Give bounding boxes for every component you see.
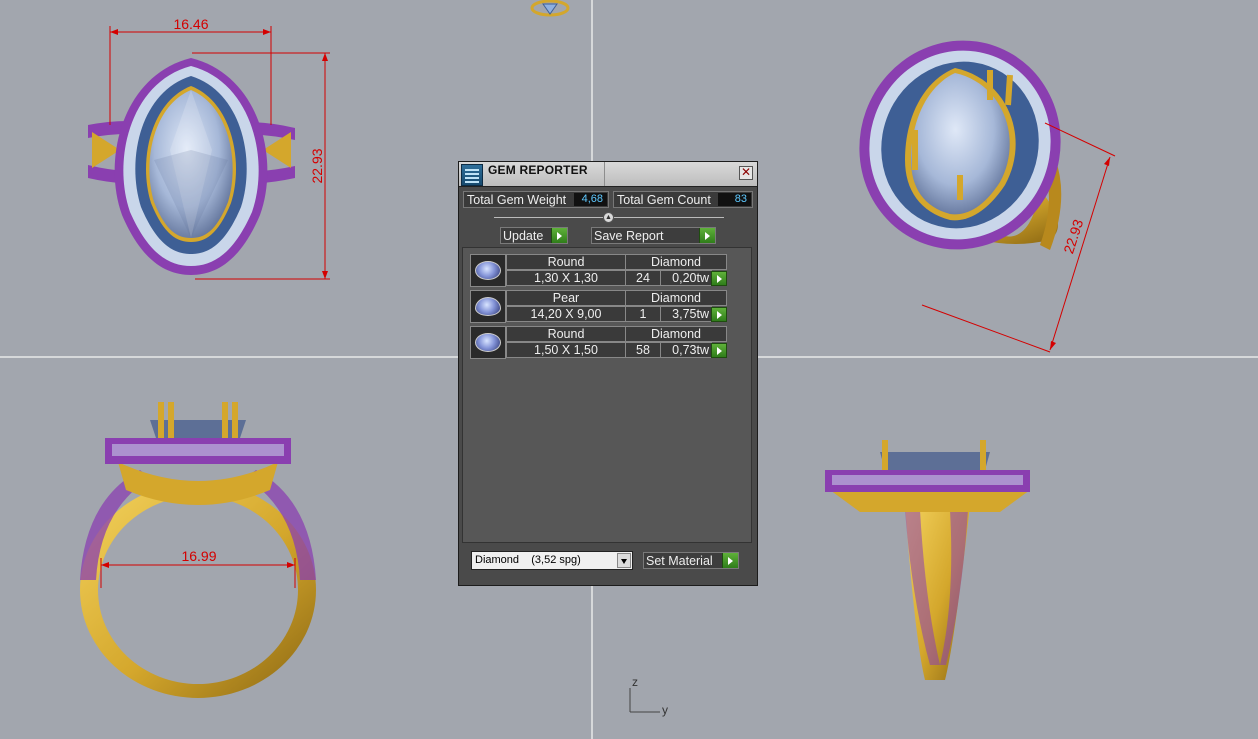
save-report-button[interactable]: Save Report [591,227,716,244]
gem-row: Round Diamond 1,50 X 1,50 58 0,73tw [470,326,728,359]
svg-text:22.93: 22.93 [309,148,325,183]
gem-shape: Round [506,254,626,270]
gem-weight: 3,75tw [660,306,712,322]
gem-reporter-logo-icon [461,164,483,186]
gem-count: 24 [625,270,661,286]
title-divider [604,162,605,186]
play-arrow-icon [699,228,715,243]
gem-count: 1 [625,306,661,322]
gem-material: Diamond [625,326,727,342]
select-gem-arrow-icon[interactable] [711,343,727,358]
round-gem-icon[interactable] [470,254,506,287]
svg-text:22.93: 22.93 [1060,217,1086,255]
chevron-down-icon[interactable] [617,553,631,568]
total-count-box: Total Gem Count 83 [613,191,753,208]
gem-size: 14,20 X 9,00 [506,306,626,322]
save-report-button-label: Save Report [594,229,664,243]
panel-title-bar[interactable]: GEM REPORTER ✕ [459,162,757,187]
gem-weight: 0,73tw [660,342,712,358]
gem-reporter-panel: GEM REPORTER ✕ Total Gem Weight 4,68 Tot… [458,161,758,586]
ring-top-view [88,58,295,275]
gem-row: Round Diamond 1,30 X 1,30 24 0,20tw [470,254,728,287]
gem-list: Round Diamond 1,30 X 1,30 24 0,20tw Pear… [462,247,752,543]
material-dropdown-value: Diamond (3,52 spg) [475,554,581,566]
set-material-button[interactable]: Set Material [643,552,739,569]
gem-material: Diamond [625,290,727,306]
axis-indicator: z y [629,675,668,717]
svg-text:z: z [632,675,638,689]
select-gem-arrow-icon[interactable] [711,271,727,286]
gem-size: 1,50 X 1,50 [506,342,626,358]
gem-shape: Round [506,326,626,342]
svg-text:16.99: 16.99 [181,548,216,564]
close-icon[interactable]: ✕ [739,166,753,180]
select-gem-arrow-icon[interactable] [711,307,727,322]
panel-title: GEM REPORTER [488,163,588,177]
total-weight-label: Total Gem Weight [467,193,567,207]
gem-size: 1,30 X 1,30 [506,270,626,286]
material-dropdown[interactable]: Diamond (3,52 spg) [471,551,633,570]
gem-weight: 0,20tw [660,270,712,286]
total-count-label: Total Gem Count [617,193,711,207]
gem-shape: Pear [506,290,626,306]
splitter-handle-icon[interactable]: ▲ [603,212,614,223]
pear-gem-icon[interactable] [470,290,506,323]
gem-row: Pear Diamond 14,20 X 9,00 1 3,75tw [470,290,728,323]
update-button-label: Update [503,229,544,243]
total-count-value: 83 [718,193,751,206]
gem-material: Diamond [625,254,727,270]
play-arrow-icon [722,553,738,568]
ring-perspective-view [859,40,1062,250]
round-gem-icon[interactable] [470,326,506,359]
play-arrow-icon [551,228,567,243]
gem-count: 58 [625,342,661,358]
set-material-button-label: Set Material [646,554,713,568]
ring-side-view [825,440,1030,680]
total-weight-box: Total Gem Weight 4,68 [463,191,609,208]
svg-text:16.46: 16.46 [173,16,208,32]
svg-text:y: y [662,703,668,717]
update-button[interactable]: Update [500,227,568,244]
view-gizmo-icon[interactable] [530,0,570,17]
total-weight-value: 4,68 [574,193,607,206]
